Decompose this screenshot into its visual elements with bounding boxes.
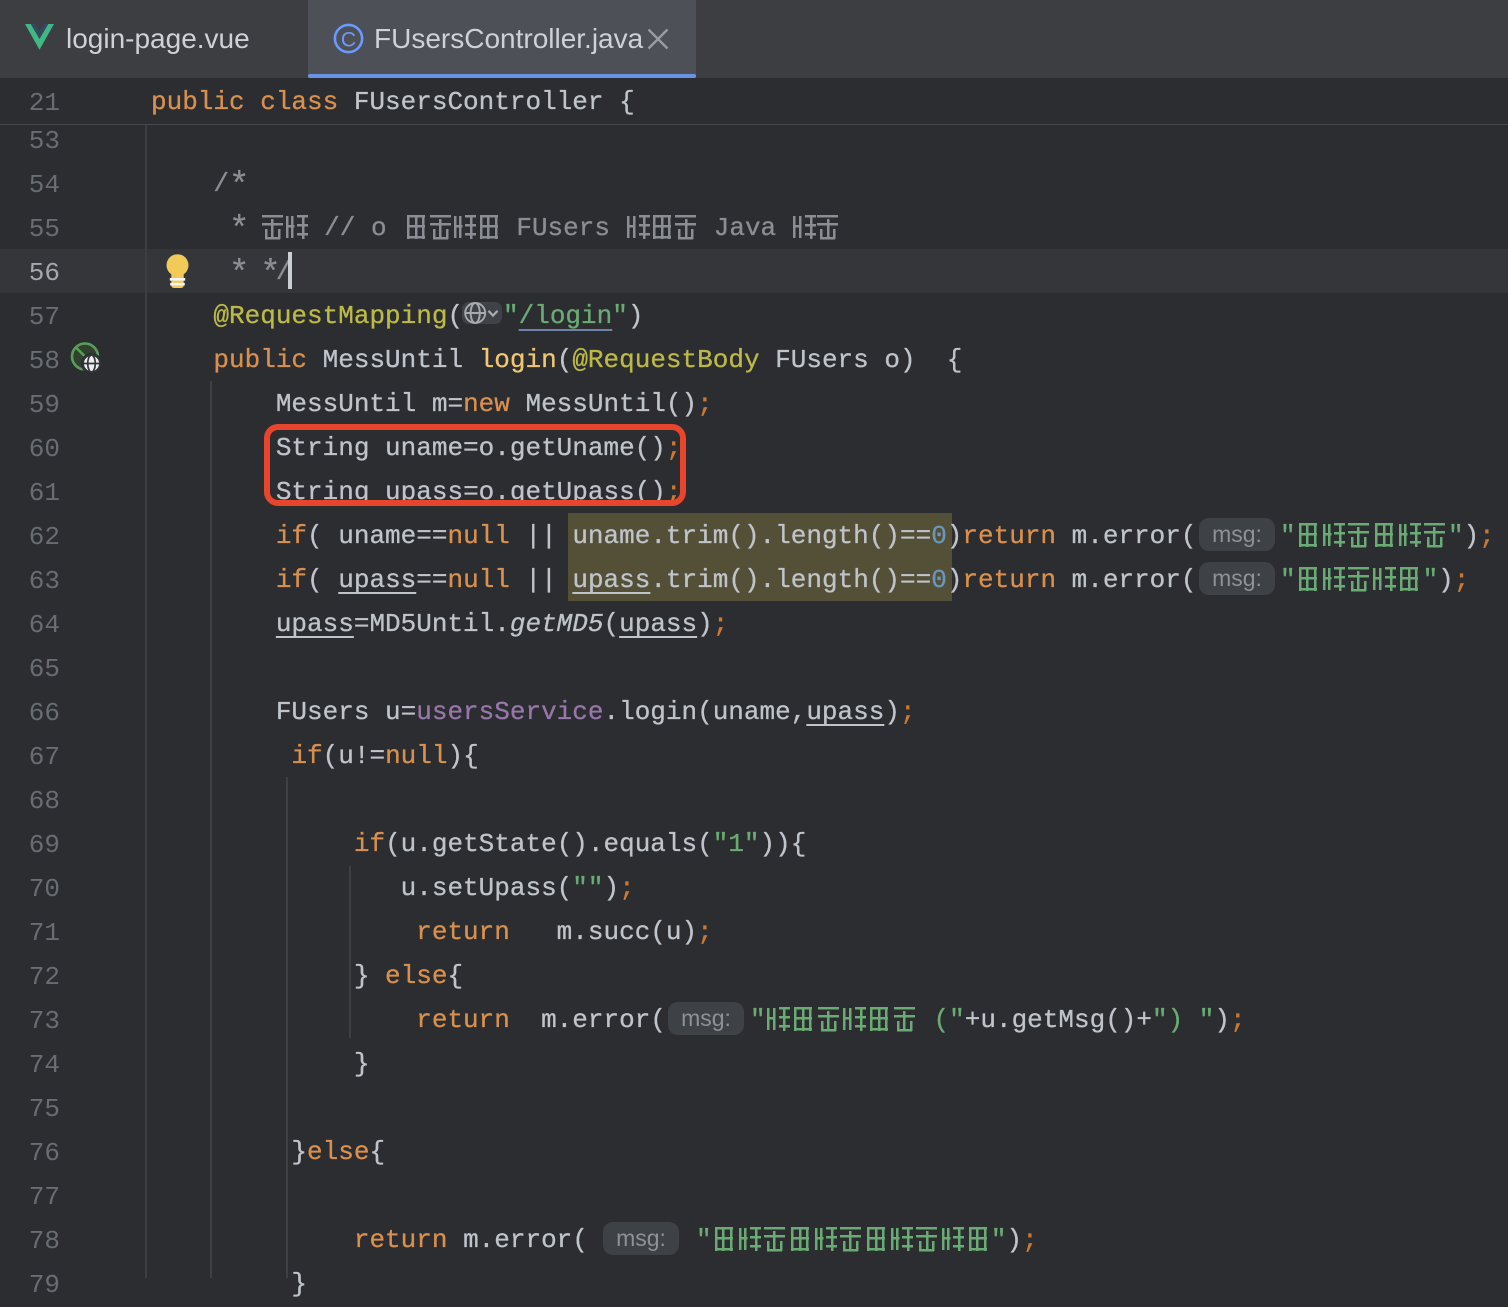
svg-text:C: C xyxy=(341,29,356,52)
